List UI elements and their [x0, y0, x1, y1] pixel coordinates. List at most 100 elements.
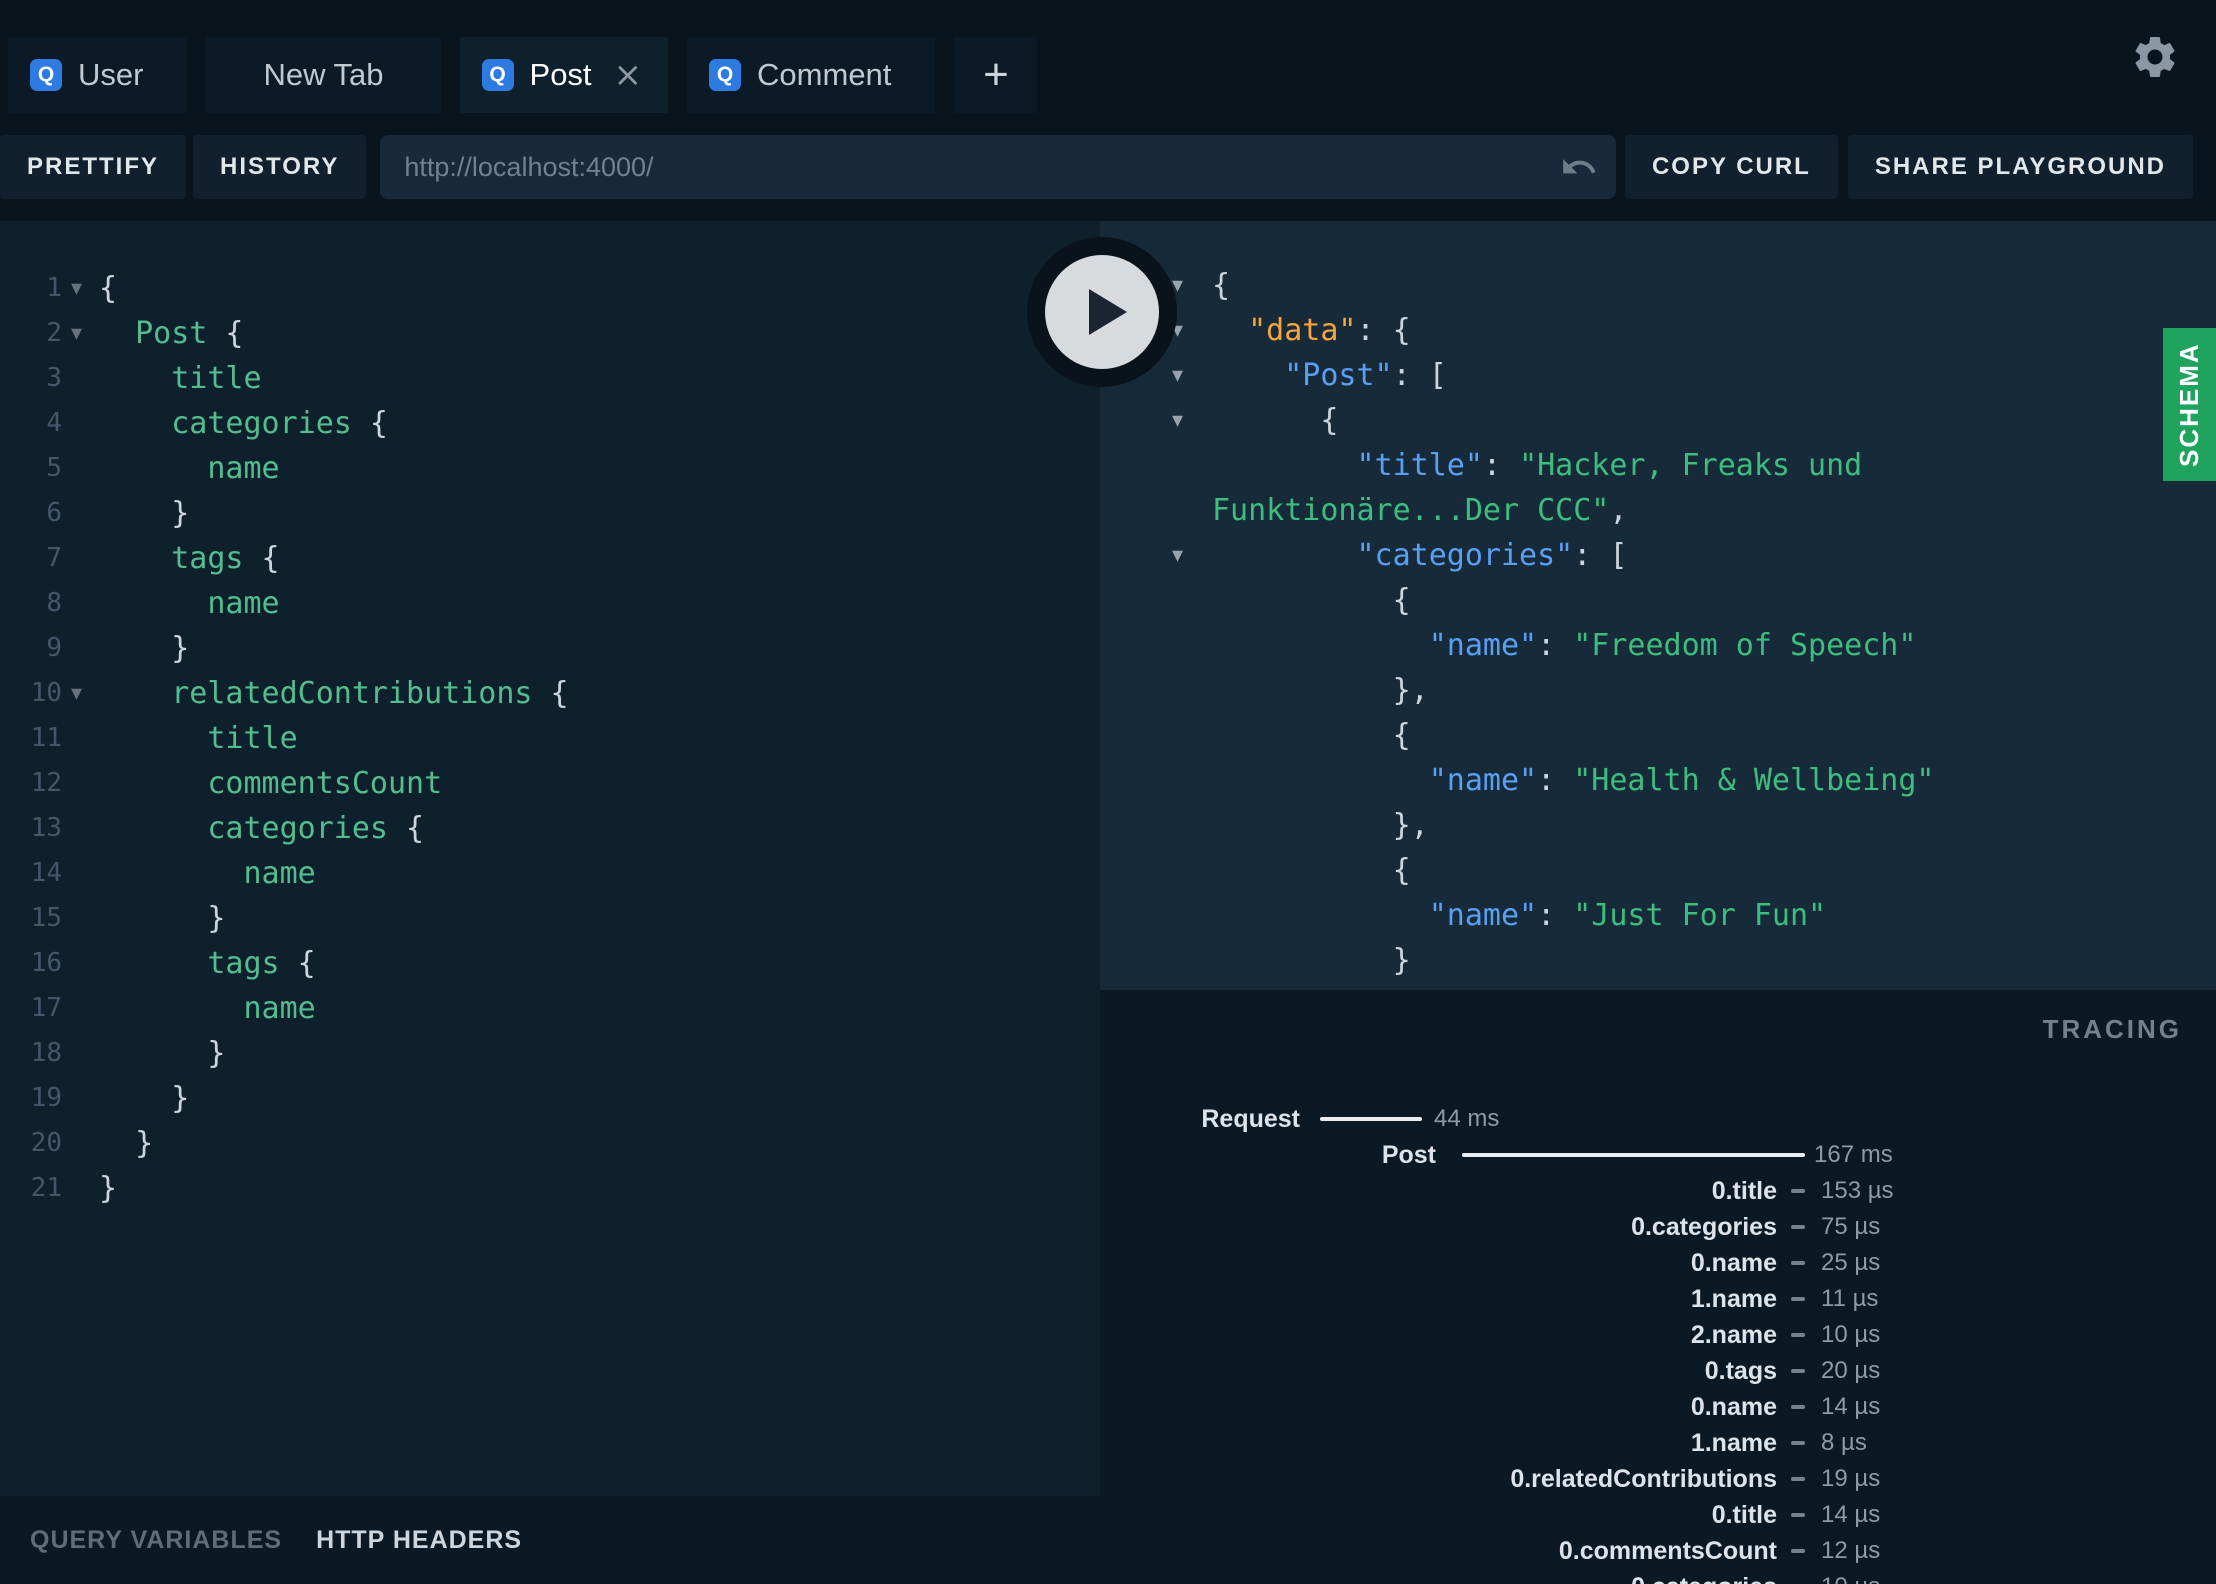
tracing-span-bar	[1791, 1513, 1805, 1517]
query-type-icon: Q	[481, 59, 514, 91]
tracing-span-duration: 25 µs	[1821, 1249, 1881, 1276]
editor-line: 10 ▾ relatedContributions {	[0, 671, 1100, 716]
tracing-span-duration: 75 µs	[1821, 1213, 1881, 1240]
tab-query-variables[interactable]: QUERY VARIABLES	[30, 1526, 282, 1555]
line-number: 14	[30, 858, 62, 888]
code-token: }	[171, 1081, 190, 1116]
tracing-span-label: Post	[1381, 1141, 1436, 1169]
response-text: "name": "Just For Fun"	[1212, 893, 1826, 938]
json-token: :	[1537, 628, 1574, 663]
tracing-span-label: 1.name	[1690, 1429, 1777, 1457]
tracing-waterfall: Request 44 ms Post 167 ms 0.title 153 µs 0.cat…	[1100, 1101, 2216, 1584]
code-token: relatedContributions	[171, 676, 533, 711]
reload-endpoint-button[interactable]	[1560, 148, 1598, 186]
fold-gutter	[1170, 443, 1212, 488]
tab-label: New Tab	[263, 57, 384, 92]
tracing-row: 1.name 8 µs	[1100, 1425, 2216, 1461]
settings-button[interactable]	[2130, 32, 2180, 82]
response-line: ▾{	[1170, 263, 2196, 308]
response-line: "name": "Freedom of Speech"	[1170, 623, 2196, 668]
response-line: ▾ {	[1170, 398, 2196, 443]
line-number: 8	[46, 588, 62, 618]
json-token: },	[1392, 808, 1429, 843]
query-editor-pane[interactable]: 1 ▾{2 ▾ Post {3 title 4 categories {5 name 6…	[0, 221, 1100, 1584]
tracing-span-duration: 19 µs	[1821, 1465, 1881, 1492]
tracing-span-duration: 11 µs	[1821, 1285, 1879, 1312]
endpoint-input[interactable]	[380, 135, 1616, 199]
line-number: 4	[46, 408, 62, 438]
fold-gutter	[62, 851, 99, 896]
tab-user[interactable]: Q User	[8, 37, 188, 113]
fold-arrow-icon[interactable]: ▾	[62, 266, 99, 311]
tracing-span-duration: 14 µs	[1821, 1393, 1881, 1420]
code-token: {	[99, 271, 118, 306]
close-tab-icon[interactable]: ×	[614, 58, 643, 92]
prettify-button[interactable]: PRETTIFY	[0, 135, 187, 199]
json-token: : {	[1356, 313, 1411, 348]
new-tab-button[interactable]: +	[954, 37, 1038, 113]
response-text: "name": "Health & Wellbeing"	[1212, 758, 1935, 803]
code-token: name	[207, 586, 280, 621]
endpoint-bar	[380, 135, 1616, 199]
response-line: "title": "Hacker, Freaks und	[1170, 443, 2196, 488]
code-token: commentsCount	[207, 766, 443, 801]
response-line: ]	[1170, 983, 2196, 990]
tab-http-headers[interactable]: HTTP HEADERS	[316, 1526, 522, 1555]
tab-new-tab[interactable]: New Tab	[206, 37, 441, 113]
tracing-row: 0.commentsCount 12 µs	[1100, 1533, 2216, 1569]
fold-gutter	[62, 896, 99, 941]
editor-line: 9 }	[0, 626, 1100, 671]
response-line: Funktionäre...Der CCC",	[1170, 488, 2196, 533]
json-token: Funktionäre...Der CCC"	[1212, 493, 1610, 528]
copy-curl-button[interactable]: COPY CURL	[1624, 135, 1838, 199]
fold-gutter	[1170, 848, 1212, 893]
query-type-icon: Q	[709, 59, 742, 91]
workspace: 1 ▾{2 ▾ Post {3 title 4 categories {5 name 6…	[0, 221, 2216, 1584]
fold-arrow-icon[interactable]: ▾	[1170, 398, 1212, 443]
tracing-span-label: 2.name	[1690, 1321, 1777, 1349]
line-number: 6	[46, 498, 62, 528]
response-text: },	[1212, 668, 1429, 713]
tracing-span-duration: 44 ms	[1434, 1105, 1500, 1132]
line-number: 3	[46, 363, 62, 393]
tracing-span-duration: 10 µs	[1821, 1569, 1880, 1584]
tracing-span-bar	[1320, 1117, 1422, 1121]
tab-post[interactable]: Q Post ×	[459, 37, 669, 113]
fold-gutter	[1170, 623, 1212, 668]
tracing-row: 0.categories 75 µs	[1100, 1209, 2216, 1245]
history-button[interactable]: HISTORY	[193, 135, 367, 199]
json-token: "name"	[1428, 898, 1538, 933]
share-playground-button[interactable]: SHARE PLAYGROUND	[1847, 135, 2193, 199]
tracing-span-duration: 8 µs	[1821, 1429, 1867, 1456]
tracing-span-bar	[1791, 1225, 1805, 1229]
json-token: "name"	[1428, 763, 1538, 798]
json-token: {	[1392, 718, 1411, 753]
tracing-row: 2.name 10 µs	[1100, 1317, 2216, 1353]
schema-tab[interactable]: SCHEMA	[2163, 328, 2216, 481]
editor-line: 8 name	[0, 581, 1100, 626]
json-token: "title"	[1356, 448, 1483, 483]
code-token: name	[207, 451, 280, 486]
tab-comment[interactable]: Q Comment	[687, 37, 936, 113]
execute-button[interactable]	[1027, 237, 1177, 387]
code-token: name	[243, 991, 316, 1026]
tracing-row: Post 167 ms	[1100, 1137, 2216, 1173]
fold-arrow-icon[interactable]: ▾	[1170, 353, 1212, 398]
editor-line: 1 ▾{	[0, 266, 1100, 311]
tracing-row: Request 44 ms	[1100, 1101, 2216, 1137]
code-line: }	[99, 1076, 189, 1121]
fold-arrow-icon[interactable]: ▾	[1170, 533, 1212, 578]
json-token: {	[1320, 403, 1339, 438]
response-line: }	[1170, 938, 2196, 983]
fold-arrow-icon[interactable]: ▾	[62, 311, 99, 356]
fold-arrow-icon[interactable]: ▾	[62, 671, 99, 716]
tracing-span-bar	[1791, 1261, 1805, 1265]
response-line: "name": "Just For Fun"	[1170, 893, 2196, 938]
code-token: }	[171, 496, 190, 531]
code-line: categories {	[99, 806, 424, 851]
response-text: }	[1212, 938, 1411, 983]
tab-strip: Q User New Tab Q Post × Q Comment	[8, 37, 936, 113]
result-pane: ▾{▾ "data": {▾ "Post": [▾ { "title": "Ha…	[1100, 221, 2216, 1584]
fold-gutter	[1170, 578, 1212, 623]
query-editor[interactable]: 1 ▾{2 ▾ Post {3 title 4 categories {5 name 6…	[0, 266, 1100, 1211]
